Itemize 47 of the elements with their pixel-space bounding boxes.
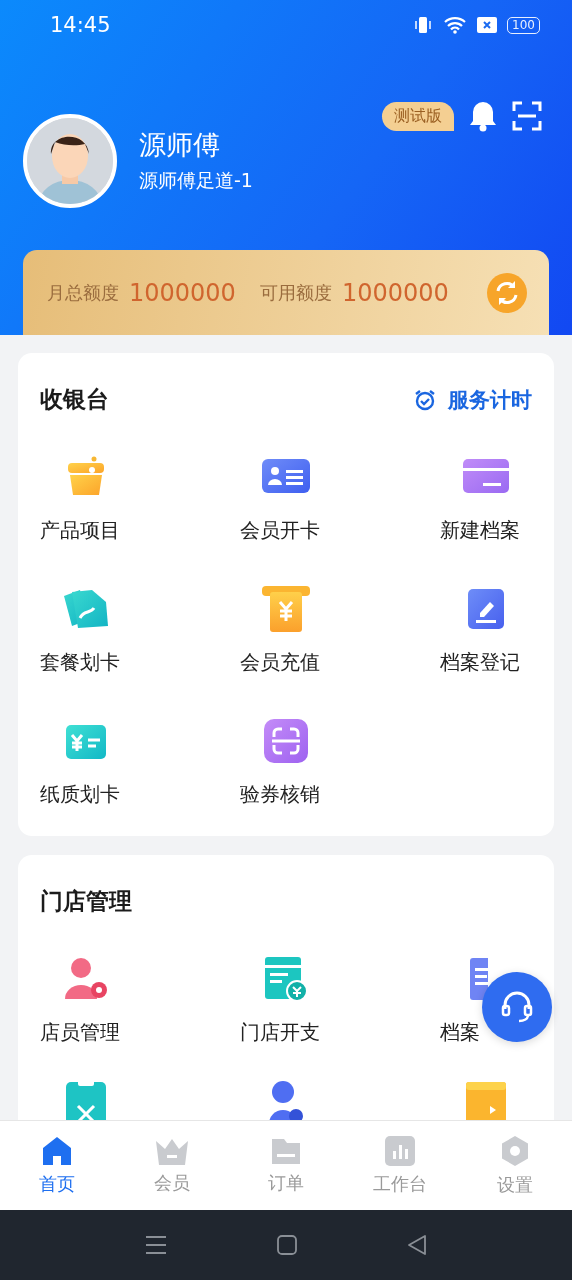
menu-label[interactable]: 会员开卡 [240,519,320,542]
quota-label: 月总额度 [47,280,119,305]
id-card-icon [262,459,310,495]
quota-value: 1000000 [129,278,236,307]
quota-label: 可用额度 [259,280,332,305]
scan-icon [264,719,308,763]
home-icon [41,1135,74,1166]
settings-icon [499,1134,530,1167]
store-name: 源师傅足道-1 [139,168,253,193]
status-time: 14:45 [50,13,112,37]
card-icon [463,459,509,495]
yuan-ticket-icon [66,723,106,759]
bell-icon[interactable] [468,100,498,132]
folder-icon [271,1136,301,1165]
person-gear-icon [63,957,109,1001]
quota-value: 1000000 [341,278,449,307]
menu-icon[interactable] [145,1235,167,1255]
tab[interactable]: 首页 [0,1121,115,1210]
home-square-icon[interactable] [277,1235,297,1255]
menu-label[interactable]: 店员管理 [40,1021,120,1044]
headset-icon [499,989,535,1025]
sim-off-icon [477,17,498,33]
menu-label[interactable]: 档案 [440,1021,480,1044]
bill-yuan-icon [265,957,307,1001]
menu-label[interactable]: 验券核销 [240,783,320,806]
user-name: 源师傅 [139,128,221,162]
menu-label[interactable]: 会员充值 [240,651,320,674]
edit-document-icon [468,589,504,629]
yuan-receipt-icon [262,586,310,632]
battery-icon: 100 [507,16,540,34]
back-icon[interactable] [407,1234,427,1256]
menu-label[interactable]: 新建档案 [440,519,520,542]
section-title: 门店管理 [40,887,132,916]
menu-label[interactable]: 纸质划卡 [40,783,120,806]
menu-label[interactable]: 档案登记 [440,651,520,674]
service-timer-link[interactable]: 服务计时 [414,385,532,414]
scan-icon[interactable] [512,101,542,131]
section-title: 收银台 [40,385,109,414]
menu-label[interactable]: 产品项目 [40,519,120,542]
vibrate-icon [413,16,434,34]
wifi-icon [443,16,468,34]
alarm-clock-icon [414,388,436,411]
menu-label[interactable]: 门店开支 [240,1021,320,1044]
menu-label[interactable]: 套餐划卡 [40,651,120,674]
test-version-badge: 测试版 [382,101,454,131]
person-add-icon [268,1080,304,1120]
bar-chart-icon [385,1135,416,1166]
